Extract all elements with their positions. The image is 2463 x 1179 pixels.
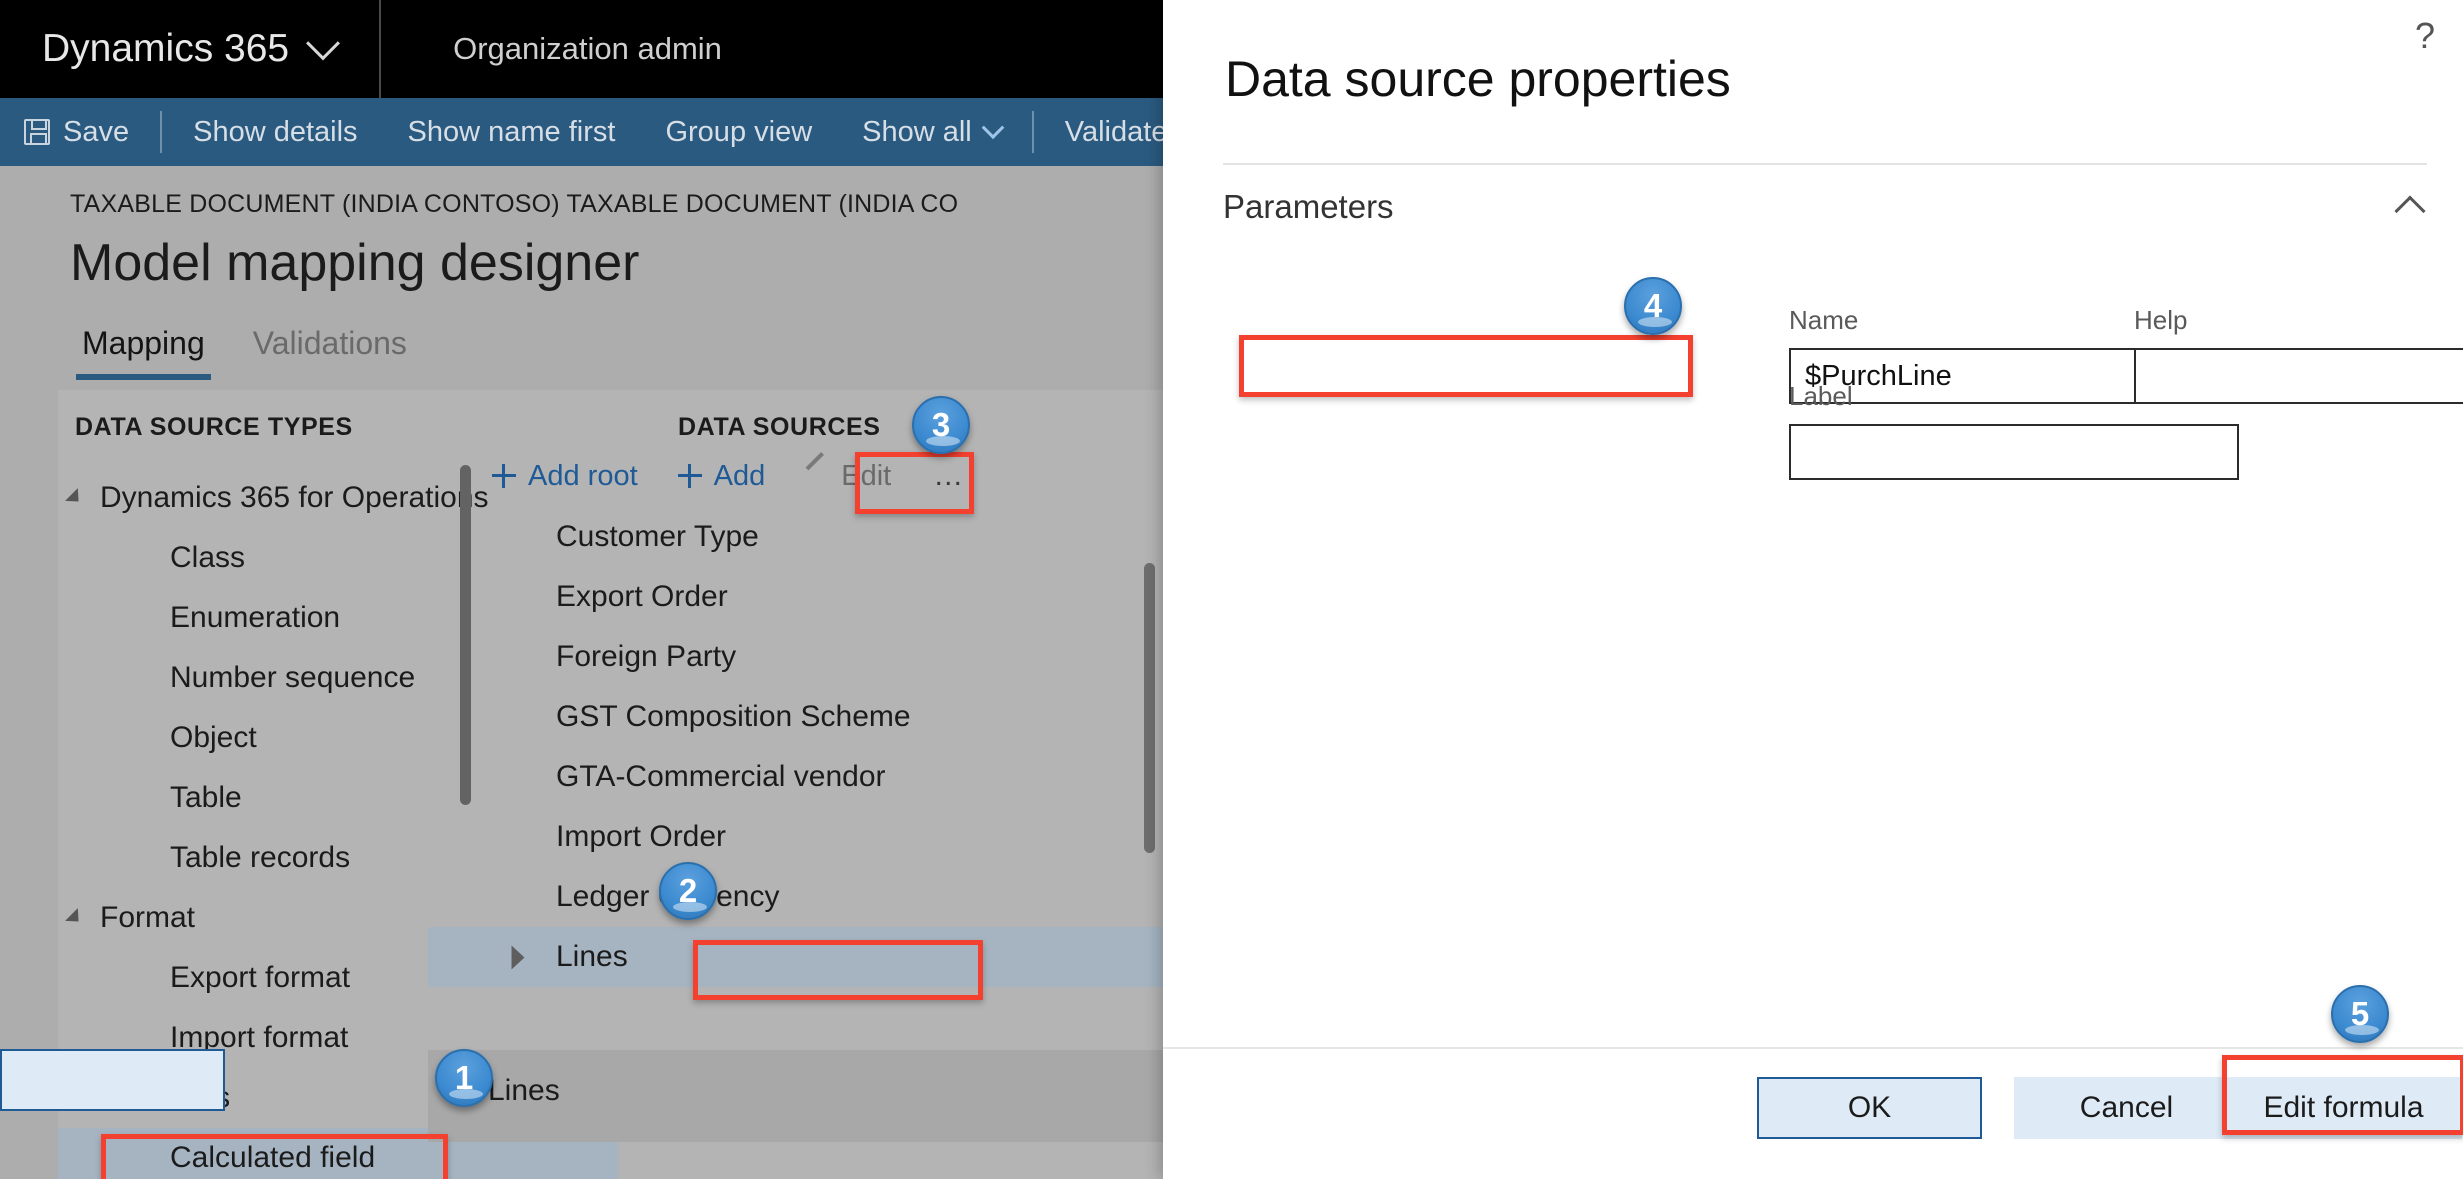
callout-number: 2 <box>678 872 698 909</box>
dialog-divider <box>1223 163 2427 165</box>
data-sources-toolbar: Add root Add Edit … <box>428 445 1163 507</box>
tree-item-label: Calculated field <box>170 1141 376 1174</box>
expand-triangle-icon[interactable] <box>65 908 85 928</box>
save-icon <box>24 119 50 145</box>
callout-number: 5 <box>2350 995 2370 1032</box>
label-field-group: Label <box>1789 381 2239 480</box>
plus-icon <box>677 464 702 488</box>
show-all-dropdown[interactable]: Show all <box>837 98 1026 166</box>
add-root-button[interactable]: Add root <box>476 454 654 499</box>
more-options-button[interactable]: … <box>915 459 985 493</box>
tab-mapping[interactable]: Mapping <box>58 325 229 380</box>
show-all-label: Show all <box>862 115 972 148</box>
show-name-first-label: Show name first <box>407 115 616 148</box>
group-view-label: Group view <box>665 115 813 148</box>
data-source-properties-dialog: ? Data source properties Parameters Name… <box>0 0 2463 1179</box>
expand-triangle-icon[interactable] <box>511 945 525 969</box>
tree-item-label: Enumeration <box>170 601 341 634</box>
list-item-label: GST Composition Scheme <box>556 700 911 733</box>
chevron-up-icon[interactable] <box>2394 195 2426 227</box>
data-source-types-header: DATA SOURCE TYPES <box>75 413 353 441</box>
tab-validations-label: Validations <box>252 325 407 361</box>
data-sources-header: DATA SOURCES <box>678 413 881 441</box>
save-label: Save <box>63 115 130 148</box>
pencil-icon <box>805 464 829 488</box>
tree-item-label: Number sequence <box>170 661 416 694</box>
data-source-detail-strip: Lines <box>428 1050 1163 1142</box>
help-field-label: Help <box>2134 305 2188 335</box>
edit-button[interactable]: Edit <box>789 454 907 499</box>
tree-item-label: Export format <box>170 961 351 994</box>
action-separator <box>160 111 163 153</box>
callout-number: 1 <box>454 1059 474 1096</box>
list-item-label: Foreign Party <box>556 640 737 673</box>
list-item-customer-type[interactable]: Customer Type <box>428 507 1163 567</box>
parameters-section-header: Parameters <box>1223 188 1394 225</box>
list-item-gst-composition-scheme[interactable]: GST Composition Scheme <box>428 687 1163 747</box>
tree-item-label: Class <box>170 541 246 574</box>
callout-number: 3 <box>931 406 951 443</box>
list-item-label: Customer Type <box>556 520 759 553</box>
page-title: Model mapping designer <box>70 234 640 292</box>
expand-triangle-icon[interactable] <box>65 488 85 508</box>
add-label: Add <box>713 459 766 492</box>
list-item-gta-commercial-vendor[interactable]: GTA-Commercial vendor <box>428 747 1163 807</box>
list-item-export-order[interactable]: Export Order <box>428 567 1163 627</box>
callout-4: 4 <box>1624 277 1682 335</box>
question-mark-icon[interactable]: ? <box>2415 18 2435 54</box>
tab-mapping-label: Mapping <box>82 325 205 361</box>
add-root-label: Add root <box>528 459 638 492</box>
spacer4 <box>0 1049 225 1111</box>
edit-label: Edit <box>841 459 892 492</box>
dialog-title: Data source properties <box>1225 51 1731 107</box>
detail-label: Lines <box>488 1074 560 1107</box>
save-button[interactable]: Save <box>0 98 154 166</box>
brand-menu[interactable]: Dynamics 365 <box>0 0 341 98</box>
list-item-lines[interactable]: Lines <box>428 927 1163 987</box>
page-header: TAXABLE DOCUMENT (INDIA CONTOSO) TAXABLE… <box>70 190 958 293</box>
list-item-label: Export Order <box>556 580 728 613</box>
chevron-down-icon[interactable] <box>306 26 341 61</box>
brand-label: Dynamics 365 <box>42 27 290 70</box>
list-item-import-order[interactable]: Import Order <box>428 807 1163 867</box>
label-input[interactable] <box>1789 424 2239 480</box>
callout-number: 4 <box>1643 287 1663 324</box>
show-details-label: Show details <box>193 115 358 148</box>
data-sources-scrollbar[interactable] <box>1144 563 1155 853</box>
show-details-button[interactable]: Show details <box>168 98 382 166</box>
tab-strip: Mapping Validations <box>58 325 431 380</box>
callout-1: 1 <box>435 1049 493 1107</box>
tab-validations[interactable]: Validations <box>229 325 431 380</box>
cancel-button[interactable]: Cancel <box>2014 1077 2239 1139</box>
screenshot-root: Dynamics 365 Organization admin Save Sho… <box>0 0 2463 1179</box>
breadcrumb: TAXABLE DOCUMENT (INDIA CONTOSO) TAXABLE… <box>70 190 959 218</box>
company-label: Organization admin <box>453 31 722 66</box>
group-view-button[interactable]: Group view <box>640 98 837 166</box>
callout-5: 5 <box>2331 985 2389 1043</box>
edit-formula-button[interactable]: Edit formula <box>2225 1077 2462 1139</box>
tree-item-label: Format <box>100 901 196 934</box>
ok-button[interactable]: OK <box>1757 1077 1982 1139</box>
list-item-label: GTA-Commercial vendor <box>556 760 886 793</box>
show-name-first-button[interactable]: Show name first <box>383 98 641 166</box>
list-item-ledger-currency[interactable]: Ledger Currency <box>428 867 1163 927</box>
validate-label: Validate <box>1064 115 1168 148</box>
list-item-label: Lines <box>556 940 628 973</box>
label-field-label: Label <box>1789 381 1853 411</box>
list-item-label: Import Order <box>556 820 727 853</box>
callout-2: 2 <box>659 862 717 920</box>
chevron-down-icon <box>981 116 1005 140</box>
list-item-foreign-party[interactable]: Foreign Party <box>428 627 1163 687</box>
callout-3: 3 <box>912 396 970 454</box>
add-button[interactable]: Add <box>662 454 782 499</box>
plus-icon <box>492 464 516 488</box>
more-icon: … <box>933 459 968 492</box>
tree-item-label: Table <box>170 781 242 814</box>
tree-item-label: Table records <box>170 841 351 874</box>
action-separator <box>1031 111 1034 153</box>
tree-item-label: Object <box>170 721 257 754</box>
